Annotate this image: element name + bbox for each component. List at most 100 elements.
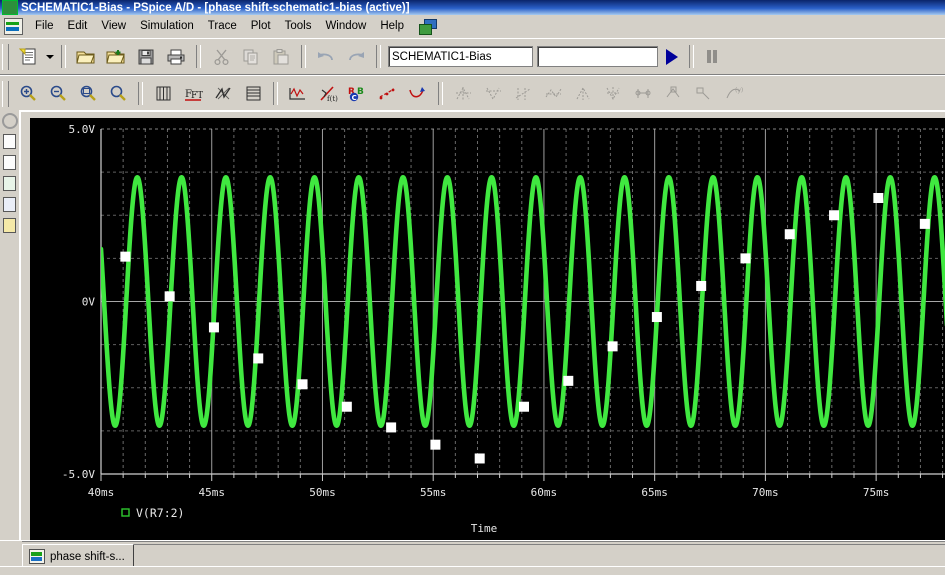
plot-tab-label: phase shift-s... [50, 550, 125, 563]
menu-item-view[interactable]: View [94, 18, 133, 35]
zoom-fit-icon[interactable] [104, 80, 132, 108]
sample-marker [829, 210, 840, 221]
sample-marker [430, 439, 441, 450]
menu-item-trace[interactable]: Trace [201, 18, 244, 35]
sample-marker [919, 218, 930, 229]
x-axis-tick-label: 65ms [641, 486, 668, 499]
toolbar-separator [196, 45, 201, 68]
sample-marker [164, 291, 175, 302]
print-icon[interactable] [162, 43, 190, 71]
x-axis-tick-label: 40ms [88, 486, 115, 499]
save-icon[interactable] [132, 43, 160, 71]
window-app-icon [2, 0, 18, 15]
voltage-marker-icon[interactable]: R B C [344, 80, 372, 108]
x-axis-tick-label: 55ms [420, 486, 447, 499]
main-toolbar: SCHEMATIC1-Bias [0, 38, 945, 75]
copy-icon[interactable] [237, 43, 265, 71]
mdi-windows-icon[interactable] [419, 18, 438, 35]
title-bar: SCHEMATIC1-Bias - PSpice A/D - [phase sh… [0, 0, 945, 15]
cursor-peak-icon[interactable] [479, 80, 507, 108]
watch-window-icon[interactable] [1, 154, 18, 171]
view-simulation-output-icon[interactable] [149, 80, 177, 108]
zoom-out-icon[interactable] [44, 80, 72, 108]
cursor-max-icon[interactable] [599, 80, 627, 108]
zoom-area-icon[interactable] [74, 80, 102, 108]
sample-marker [519, 401, 529, 412]
delete-trace-icon[interactable]: f(t) [314, 80, 342, 108]
toolbar-separator [301, 45, 306, 68]
x-axis-tick-label: 70ms [752, 486, 779, 499]
waveform-plot-area[interactable]: -5.0V 0V 5.0V 40ms 45ms 50ms 55ms 60ms 65ms 70ms 7… [30, 118, 945, 542]
cut-icon[interactable] [207, 43, 235, 71]
cursor-toggle-icon[interactable] [449, 80, 477, 108]
sample-marker [120, 251, 131, 262]
menu-bar: File Edit View Simulation Trace Plot Too… [0, 15, 945, 38]
simulation-profile-value: SCHEMATIC1-Bias [392, 50, 492, 63]
output-file-icon[interactable] [1, 133, 18, 150]
waveform-plot-svg: -5.0V 0V 5.0V 40ms 45ms 50ms 55ms 60ms 65ms 70ms 7… [62, 123, 945, 535]
probe-window-icon[interactable] [1, 175, 18, 192]
y-axis-tick-label: 5.0V [69, 123, 96, 136]
simulation-status-icon[interactable] [1, 112, 18, 129]
simulation-secondary-combo[interactable] [537, 46, 658, 67]
menu-item-edit[interactable]: Edit [61, 18, 95, 35]
toolbar-separator [61, 45, 66, 68]
cursor-slope-icon[interactable] [539, 80, 567, 108]
redo-icon[interactable] [342, 43, 370, 71]
sample-marker [474, 453, 485, 464]
sample-marker [784, 229, 795, 240]
add-trace-icon[interactable] [284, 80, 312, 108]
menu-item-window[interactable]: Window [318, 18, 373, 35]
undo-icon[interactable] [312, 43, 340, 71]
toolbar-grip[interactable] [2, 43, 9, 70]
x-axis-tick-label: 45ms [198, 486, 225, 499]
paste-icon[interactable] [267, 43, 295, 71]
sample-marker [607, 341, 618, 352]
sample-marker [740, 253, 751, 264]
waveform-tab-icon [29, 549, 45, 564]
toolbar-grip[interactable] [2, 80, 9, 107]
toolbar-separator [376, 45, 381, 68]
open-simulation-icon[interactable] [102, 43, 130, 71]
new-document-icon[interactable] [14, 43, 42, 71]
svg-text:f(t): f(t) [327, 95, 338, 103]
x-axis-tick-label: 60ms [531, 486, 558, 499]
cursor-min-icon[interactable] [569, 80, 597, 108]
performance-analysis-icon[interactable] [209, 80, 237, 108]
plot-legend[interactable]: V(R7:2) [121, 506, 184, 520]
simulation-side-toolbar [0, 110, 20, 407]
cursor-search-icon[interactable] [659, 80, 687, 108]
pause-simulation-icon[interactable] [699, 44, 725, 70]
menu-item-simulation[interactable]: Simulation [133, 18, 201, 35]
run-simulation-icon[interactable] [660, 44, 684, 70]
cursor-freeze-icon[interactable]: (y) [719, 80, 747, 108]
toolbar-separator [438, 82, 443, 105]
trace-group [101, 175, 945, 464]
x-axis-tick-label: 50ms [309, 486, 336, 499]
zoom-in-icon[interactable] [14, 80, 42, 108]
menu-item-tools[interactable]: Tools [278, 18, 319, 35]
current-marker-icon[interactable] [374, 80, 402, 108]
menu-item-file[interactable]: File [28, 18, 61, 35]
x-axis-tick-label: 75ms [863, 486, 890, 499]
new-document-dropdown-icon[interactable] [43, 44, 56, 70]
cursor-point-icon[interactable] [629, 80, 657, 108]
device-list-icon[interactable] [1, 217, 18, 234]
toolbar-separator [689, 45, 694, 68]
power-marker-icon[interactable] [404, 80, 432, 108]
legend-label[interactable]: V(R7:2) [136, 506, 184, 520]
menu-item-plot[interactable]: Plot [244, 18, 278, 35]
menu-item-help[interactable]: Help [373, 18, 411, 35]
simulation-profile-combo[interactable]: SCHEMATIC1-Bias [388, 46, 533, 67]
toolbar-separator [138, 82, 143, 105]
plot-toolbar: F FT f(t) R B C (y) [0, 75, 945, 112]
simulation-messages-icon[interactable] [1, 196, 18, 213]
tab-strip-rail [22, 541, 945, 542]
log-x-axis-icon[interactable] [239, 80, 267, 108]
fourier-icon[interactable]: F FT [179, 80, 207, 108]
mark-label-icon[interactable] [689, 80, 717, 108]
sample-marker [208, 322, 219, 333]
tab-strip-empty-area [133, 544, 945, 568]
open-file-icon[interactable] [72, 43, 100, 71]
cursor-trough-icon[interactable] [509, 80, 537, 108]
